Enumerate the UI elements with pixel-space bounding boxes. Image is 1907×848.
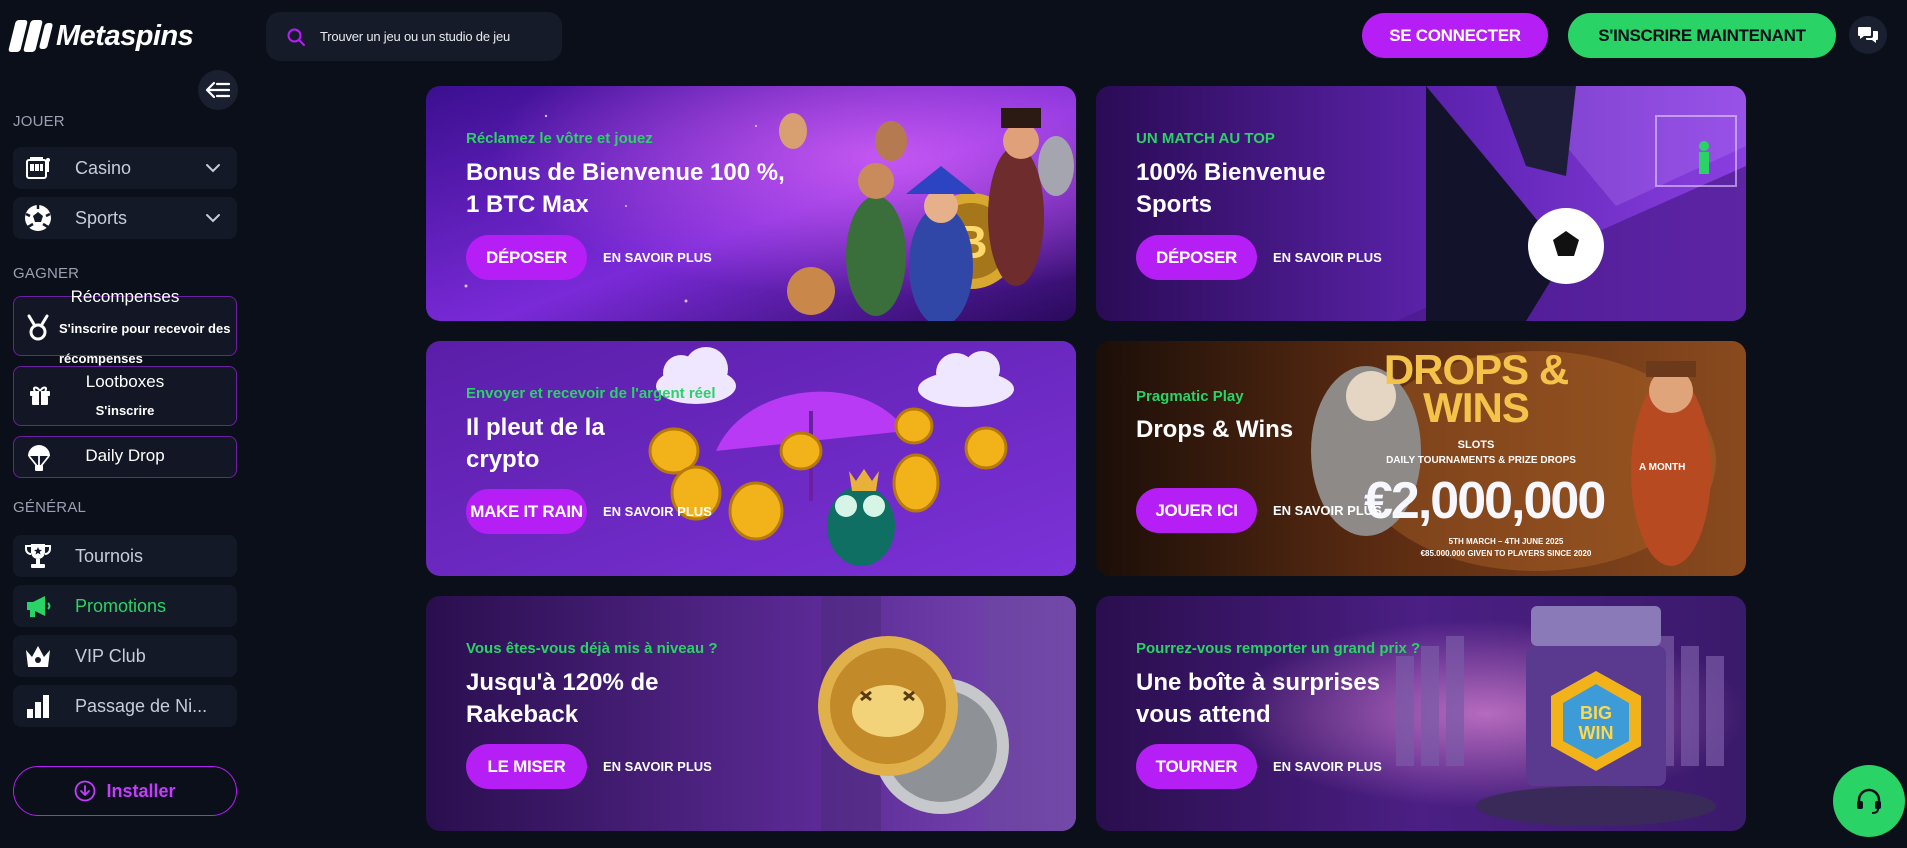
- make-it-rain-button[interactable]: MAKE IT RAIN: [466, 489, 587, 534]
- install-label: Installer: [106, 780, 176, 801]
- sidebar-item-label: VIP Club: [75, 645, 146, 666]
- banner-kicker: Envoyer et recevoir de l'argent réel: [466, 385, 716, 402]
- mystery-box-art-badge: BIG WIN: [1578, 703, 1614, 743]
- promo-banner-sports-bonus[interactable]: UN MATCH AU TOP 100% Bienvenue Sports DÉ…: [1096, 86, 1746, 321]
- search-input[interactable]: Trouver un jeu ou un studio de jeu: [266, 12, 562, 61]
- slot-machine-icon: [23, 153, 53, 183]
- banner-kicker: UN MATCH AU TOP: [1136, 130, 1275, 147]
- sidebar-item-promotions[interactable]: Promotions: [13, 585, 237, 627]
- register-button[interactable]: S'INSCRIRE MAINTENANT: [1568, 13, 1836, 58]
- sidebar-item-tournaments[interactable]: Tournois: [13, 535, 237, 577]
- download-icon: [75, 780, 96, 802]
- rewards-card[interactable]: Récompenses S'inscrire pour recevoir des…: [13, 287, 237, 366]
- arrow-left-icon: [205, 81, 231, 99]
- sidebar-collapse-button[interactable]: [198, 70, 238, 110]
- section-label-earn: GAGNER: [13, 265, 80, 282]
- deposit-button[interactable]: DÉPOSER: [1136, 235, 1257, 280]
- learn-more-link[interactable]: EN SAVOIR PLUS: [603, 250, 712, 265]
- live-support-button[interactable]: [1833, 765, 1905, 837]
- sidebar-item-label: Sports: [75, 207, 128, 228]
- chat-bubbles-icon: [1858, 27, 1878, 43]
- sidebar-item-level-up[interactable]: Passage de Ni...: [13, 685, 237, 727]
- install-button[interactable]: Installer: [13, 766, 237, 816]
- sidebar-item-label: Tournois: [75, 545, 144, 566]
- banner-heading: Jusqu'à 120% de Rakeback: [466, 669, 659, 728]
- drops-wins-art-slots: SLOTS: [1457, 439, 1495, 451]
- chevron-down-icon: [206, 164, 220, 173]
- banner-kicker: Pragmatic Play: [1136, 388, 1244, 405]
- search-icon: [287, 28, 305, 46]
- promo-banner-welcome-bonus[interactable]: B Réclamez le vôtre et jouez Bonus de Bi…: [426, 86, 1076, 321]
- banner-heading: Une boîte à surprises vous attend: [1136, 669, 1381, 728]
- learn-more-link[interactable]: EN SAVOIR PLUS: [1273, 503, 1382, 518]
- learn-more-link[interactable]: EN SAVOIR PLUS: [603, 759, 712, 774]
- medal-icon: [27, 314, 49, 341]
- bar-chart-icon: [23, 691, 53, 721]
- drops-wins-art-dates: 5TH MARCH – 4TH JUNE 2025: [1448, 537, 1564, 546]
- learn-more-link[interactable]: EN SAVOIR PLUS: [1273, 250, 1382, 265]
- drops-wins-art-month: A MONTH: [1639, 462, 1686, 473]
- brand-name: Metaspins: [56, 19, 194, 52]
- search-placeholder: Trouver un jeu ou un studio de jeu: [320, 29, 511, 44]
- login-button[interactable]: SE CONNECTER: [1362, 13, 1548, 58]
- learn-more-link[interactable]: EN SAVOIR PLUS: [603, 504, 712, 519]
- banner-heading: 100% Bienvenue Sports: [1136, 159, 1326, 218]
- rewards-subtitle: S'inscrire pour recevoir des récompenses: [59, 321, 231, 366]
- learn-more-link[interactable]: EN SAVOIR PLUS: [1273, 759, 1382, 774]
- promo-banner-make-it-rain[interactable]: Envoyer et recevoir de l'argent réel Il …: [426, 341, 1076, 576]
- crown-icon: [23, 641, 53, 671]
- banner-heading: Bonus de Bienvenue 100 %, 1 BTC Max: [466, 159, 785, 218]
- trophy-icon: [23, 541, 53, 571]
- play-here-button[interactable]: JOUER ICI: [1136, 488, 1257, 533]
- banner-kicker: Réclamez le vôtre et jouez: [466, 130, 653, 147]
- drops-wins-art-logo: DROPS & WINS: [1383, 346, 1569, 431]
- daily-drop-title: Daily Drop: [85, 446, 165, 465]
- chevron-down-icon: [206, 214, 220, 223]
- sidebar-item-vip[interactable]: VIP Club: [13, 635, 237, 677]
- banner-kicker: Pourrez-vous remporter un grand prix ?: [1136, 640, 1421, 657]
- promo-banner-rakeback[interactable]: Vous êtes-vous déjà mis à niveau ? Jusqu…: [426, 596, 1076, 831]
- headset-icon: [1857, 788, 1881, 814]
- sidebar-item-label: Passage de Ni...: [75, 695, 208, 716]
- deposit-button[interactable]: DÉPOSER: [466, 235, 587, 280]
- lootboxes-card[interactable]: Lootboxes S'inscrire: [13, 366, 237, 426]
- sidebar-item-casino[interactable]: Casino: [13, 147, 237, 189]
- lootboxes-subtitle: S'inscrire: [95, 403, 155, 418]
- section-label-general: GÉNÉRAL: [13, 499, 87, 516]
- banner-heading: Il pleut de la crypto: [466, 414, 605, 473]
- sidebar-item-sports[interactable]: Sports: [13, 197, 237, 239]
- daily-drop-card[interactable]: Daily Drop: [13, 436, 237, 478]
- banner-heading: Drops & Wins: [1136, 416, 1294, 443]
- soccer-ball-icon: [23, 203, 53, 233]
- drops-wins-art-tagline: DAILY TOURNAMENTS & PRIZE DROPS: [1386, 455, 1576, 466]
- drops-wins-art-prize: €2,000,000: [1364, 472, 1606, 530]
- bet-button[interactable]: LE MISER: [466, 744, 587, 789]
- chat-button[interactable]: [1849, 16, 1887, 54]
- sidebar-item-label: Casino: [75, 157, 132, 178]
- banner-kicker: Vous êtes-vous déjà mis à niveau ?: [466, 640, 718, 657]
- promo-banner-drops-wins[interactable]: DROPS & WINS SLOTS DAILY TOURNAMENTS & P…: [1096, 341, 1746, 576]
- logo-mark-icon: [8, 20, 54, 52]
- promo-banner-mystery-box[interactable]: BIG WIN Pourrez-vous remporter un grand …: [1096, 596, 1746, 831]
- drops-wins-art-total: €85.000.000 GIVEN TO PLAYERS SINCE 2020: [1420, 549, 1592, 558]
- rewards-title: Récompenses: [70, 287, 180, 306]
- brand-logo[interactable]: Metaspins: [8, 16, 194, 56]
- spin-button[interactable]: TOURNER: [1136, 744, 1257, 789]
- section-label-play: JOUER: [13, 113, 65, 130]
- megaphone-icon: [23, 591, 53, 621]
- sidebar-item-label: Promotions: [75, 595, 167, 616]
